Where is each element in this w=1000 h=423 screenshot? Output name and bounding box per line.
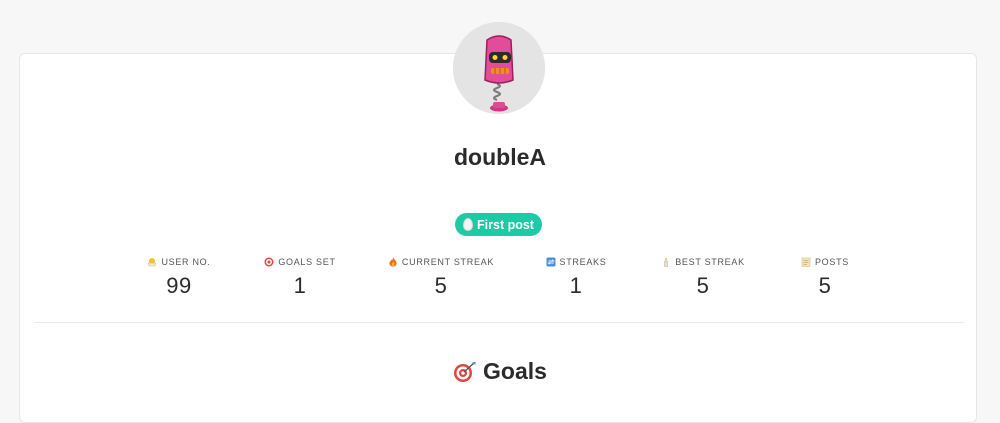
stat-label: POSTS [814, 257, 849, 267]
goals-title: Goals [483, 358, 547, 384]
stat-user-no: USER NO. 99 [114, 256, 244, 299]
stat-posts: POSTS 5 [760, 256, 890, 299]
goals-section-title: Goals [0, 358, 1000, 385]
target-icon [264, 257, 274, 267]
stat-value: 1 [569, 273, 583, 298]
stat-value: 1 [293, 273, 307, 298]
username: doubleA [454, 144, 546, 170]
candle-icon [664, 257, 668, 267]
stat-streaks: STREAKS 1 [511, 256, 641, 299]
egg-icon [463, 218, 474, 231]
stat-label: STREAKS [559, 257, 607, 267]
stat-value: 99 [166, 273, 192, 298]
avatar[interactable] [453, 22, 545, 114]
stat-value: 5 [818, 273, 832, 298]
fire-icon [389, 257, 397, 267]
stat-label: GOALS SET [278, 257, 336, 267]
first-post-badge[interactable]: First post [455, 213, 542, 236]
pink-robot-avatar-icon [453, 22, 545, 114]
stat-label: CURRENT STREAK [401, 257, 495, 267]
stat-value: 5 [696, 273, 710, 298]
memo-icon [801, 257, 811, 267]
stat-goals-set: GOALS SET 1 [235, 256, 365, 299]
stat-current-streak: CURRENT STREAK 5 [376, 256, 506, 299]
hatching-chick-icon [148, 258, 157, 267]
stat-label: USER NO. [161, 257, 211, 267]
badge-label: First post [477, 217, 534, 232]
repeat-icon [546, 257, 556, 267]
stat-label: BEST STREAK [675, 257, 745, 267]
target-icon [454, 361, 477, 382]
stat-value: 5 [434, 273, 448, 298]
divider [34, 322, 964, 323]
stat-best-streak: BEST STREAK 5 [638, 256, 768, 299]
